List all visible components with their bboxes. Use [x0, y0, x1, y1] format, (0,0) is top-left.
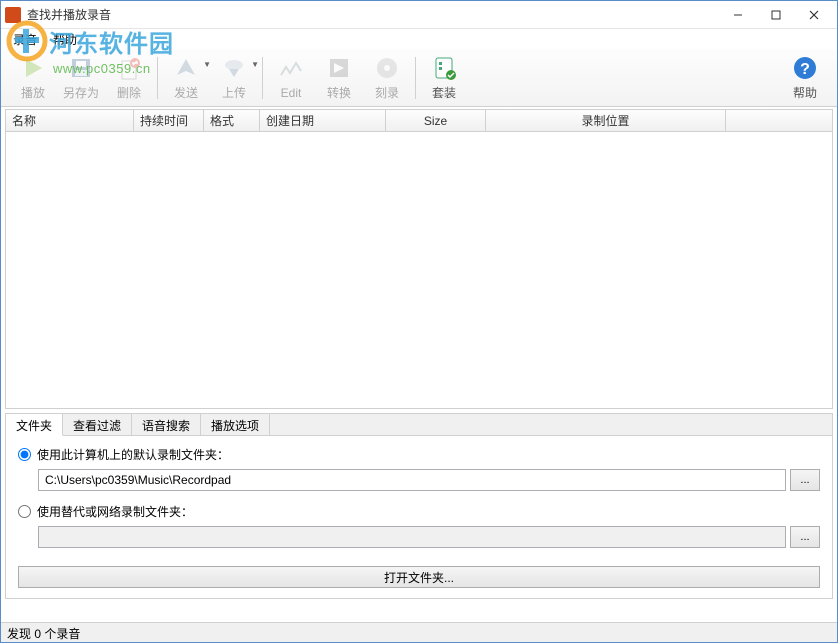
burn-icon: [373, 54, 401, 82]
suite-icon: [430, 54, 458, 82]
options-panel: 文件夹 查看过滤 语音搜索 播放选项 使用此计算机上的默认录制文件夹： ... …: [5, 413, 833, 599]
column-spacer: [726, 110, 832, 131]
window-title: 查找并播放录音: [27, 6, 719, 23]
delete-icon: [115, 54, 143, 82]
column-name[interactable]: 名称: [6, 110, 134, 131]
column-duration[interactable]: 持续时间: [134, 110, 204, 131]
upload-icon: [220, 54, 248, 82]
recordings-table: 名称 持续时间 格式 创建日期 Size 录制位置: [5, 109, 833, 409]
radio-default-folder[interactable]: [18, 448, 31, 461]
toolbar-separator: [262, 57, 263, 99]
play-icon: [19, 54, 47, 82]
play-button[interactable]: 播放: [9, 51, 57, 105]
svg-text:?: ?: [800, 61, 810, 78]
chevron-down-icon: ▼: [251, 60, 259, 69]
send-button[interactable]: 发送 ▼: [162, 51, 210, 105]
column-location[interactable]: 录制位置: [486, 110, 726, 131]
minimize-button[interactable]: [719, 3, 757, 27]
menu-bar: 录音 帮助: [1, 29, 837, 49]
save-icon: [67, 54, 95, 82]
suite-button[interactable]: 套装: [420, 51, 468, 105]
menu-help[interactable]: 帮助: [45, 29, 85, 49]
send-icon: [172, 54, 200, 82]
toolbar-separator: [415, 57, 416, 99]
burn-button[interactable]: 刻录: [363, 51, 411, 105]
edit-button[interactable]: Edit: [267, 51, 315, 105]
radio-default-label: 使用此计算机上的默认录制文件夹：: [37, 446, 229, 463]
status-text: 发现 0 个录音: [7, 627, 80, 641]
upload-button[interactable]: 上传 ▼: [210, 51, 258, 105]
title-bar: 查找并播放录音: [1, 1, 837, 29]
close-button[interactable]: [795, 3, 833, 27]
tab-play-options[interactable]: 播放选项: [201, 414, 270, 435]
radio-alt-folder[interactable]: [18, 505, 31, 518]
browse-alt-button[interactable]: ...: [790, 526, 820, 548]
app-icon: [5, 7, 21, 23]
alt-path-input: [38, 526, 786, 548]
toolbar: 播放 另存为 删除 发送 ▼ 上传 ▼ Edit 转换 刻录 套装 ? 帮助: [1, 49, 837, 107]
tab-content-folder: 使用此计算机上的默认录制文件夹： ... 使用替代或网络录制文件夹： ... 打…: [6, 436, 832, 598]
table-body[interactable]: [6, 132, 832, 408]
column-size[interactable]: Size: [386, 110, 486, 131]
browse-default-button[interactable]: ...: [790, 469, 820, 491]
maximize-button[interactable]: [757, 3, 795, 27]
help-button[interactable]: ? 帮助: [781, 51, 829, 105]
menu-recording[interactable]: 录音: [5, 29, 45, 49]
convert-button[interactable]: 转换: [315, 51, 363, 105]
tab-strip: 文件夹 查看过滤 语音搜索 播放选项: [6, 414, 832, 436]
status-bar: 发现 0 个录音: [1, 622, 837, 642]
tab-folder[interactable]: 文件夹: [6, 414, 63, 436]
radio-default-folder-row[interactable]: 使用此计算机上的默认录制文件夹：: [18, 446, 820, 463]
table-header: 名称 持续时间 格式 创建日期 Size 录制位置: [6, 110, 832, 132]
column-format[interactable]: 格式: [204, 110, 260, 131]
radio-alt-folder-row[interactable]: 使用替代或网络录制文件夹：: [18, 503, 820, 520]
edit-icon: [277, 56, 305, 84]
save-as-button[interactable]: 另存为: [57, 51, 105, 105]
radio-alt-label: 使用替代或网络录制文件夹：: [37, 503, 193, 520]
toolbar-separator: [157, 57, 158, 99]
tab-voice-search[interactable]: 语音搜索: [132, 414, 201, 435]
column-date[interactable]: 创建日期: [260, 110, 386, 131]
tab-filter[interactable]: 查看过滤: [63, 414, 132, 435]
convert-icon: [325, 54, 353, 82]
default-path-input[interactable]: [38, 469, 786, 491]
delete-button[interactable]: 删除: [105, 51, 153, 105]
open-folder-button[interactable]: 打开文件夹...: [18, 566, 820, 588]
help-icon: ?: [791, 54, 819, 82]
